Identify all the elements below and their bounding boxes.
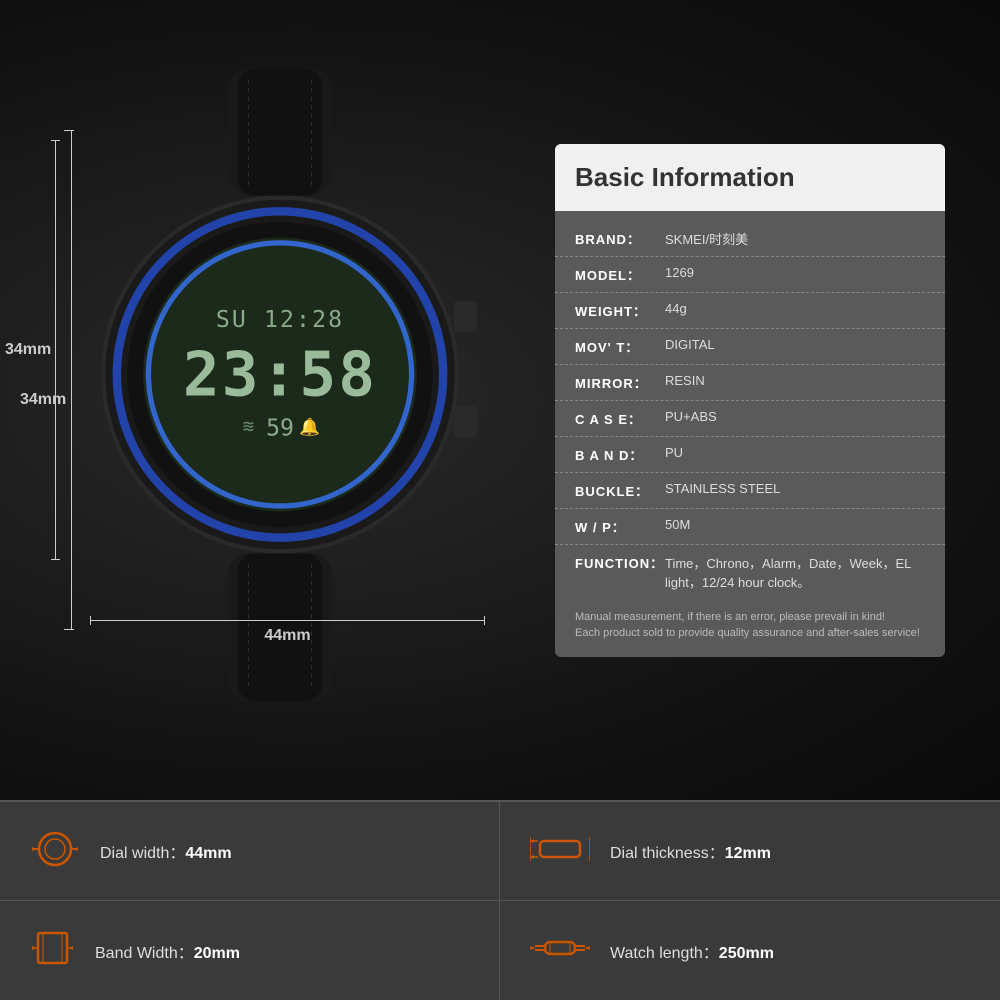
info-key-6: B A N D： xyxy=(575,445,665,464)
info-row-5: C A S E：PU+ABS xyxy=(555,401,945,437)
spec-watch-length: Watch length：250mm xyxy=(500,901,1000,1000)
info-value-6: PU xyxy=(665,445,925,460)
info-row-9: FUNCTION：Time，Chrono，Alarm，Date，Week，EL … xyxy=(555,545,945,599)
info-row-6: B A N D：PU xyxy=(555,437,945,473)
info-value-1: 1269 xyxy=(665,265,925,280)
svg-text:59: 59 xyxy=(266,416,294,442)
dimension-44mm-label: 44mm xyxy=(90,627,485,645)
info-rows-container: BRAND：SKMEI/时刻美MODEL：1269WEIGHT：44gMOV' … xyxy=(555,221,945,599)
info-key-8: W / P： xyxy=(575,517,665,536)
band-width-icon xyxy=(30,928,75,973)
dimension-vertical-line xyxy=(55,140,56,560)
info-row-3: MOV' T：DIGITAL xyxy=(555,329,945,365)
info-row-8: W / P：50M xyxy=(555,509,945,545)
dimension-34mm-label: 34mm xyxy=(5,341,51,359)
spec-dial-thickness-label: Dial thickness：12mm xyxy=(610,839,771,863)
info-key-2: WEIGHT： xyxy=(575,301,665,320)
info-title: Basic Information xyxy=(575,162,925,193)
spec-watch-length-label: Watch length：250mm xyxy=(610,939,774,963)
info-key-3: MOV' T： xyxy=(575,337,665,356)
spec-dial-thickness: Dial thickness：12mm xyxy=(500,802,1000,901)
info-note-text: Manual measurement, if there is an error… xyxy=(575,609,925,642)
specs-bar: Dial width：44mm Dial thickness：12mm xyxy=(0,800,1000,1000)
dimension-horizontal-line xyxy=(90,620,485,621)
watch-area: 34mm SU 12:28 23:58 xyxy=(0,0,540,800)
info-key-0: BRAND： xyxy=(575,229,665,248)
info-value-3: DIGITAL xyxy=(665,337,925,352)
dimension-34mm-container: 34mm xyxy=(55,140,56,560)
info-value-5: PU+ABS xyxy=(665,409,925,424)
main-area: 34mm SU 12:28 23:58 xyxy=(0,0,1000,800)
info-value-0: SKMEI/时刻美 xyxy=(665,229,925,248)
info-key-4: MIRROR： xyxy=(575,373,665,392)
info-row-0: BRAND：SKMEI/时刻美 xyxy=(555,221,945,257)
spec-band-width-label: Band Width：20mm xyxy=(95,939,240,963)
info-value-7: STAINLESS STEEL xyxy=(665,481,925,496)
spec-dial-width-label: Dial width：44mm xyxy=(100,839,232,863)
info-card: Basic Information BRAND：SKMEI/时刻美MODEL：1… xyxy=(555,144,945,657)
info-value-2: 44g xyxy=(665,301,925,316)
info-key-7: BUCKLE： xyxy=(575,481,665,500)
v-dim-line-container xyxy=(70,130,72,630)
info-value-9: Time，Chrono，Alarm，Date，Week，EL light，12/… xyxy=(665,553,925,591)
spec-band-width: Band Width：20mm xyxy=(0,901,500,1000)
dimension-44mm-container: 44mm xyxy=(90,620,485,645)
info-row-4: MIRROR：RESIN xyxy=(555,365,945,401)
info-row-1: MODEL：1269 xyxy=(555,257,945,293)
info-key-5: C A S E： xyxy=(575,409,665,428)
svg-text:🔔: 🔔 xyxy=(299,416,320,436)
v-dim-label: 34mm xyxy=(20,391,66,409)
info-key-9: FUNCTION： xyxy=(575,553,665,572)
watch-length-icon xyxy=(530,928,590,973)
spec-dial-width: Dial width：44mm xyxy=(0,802,500,901)
info-note: Manual measurement, if there is an error… xyxy=(555,599,945,642)
info-value-4: RESIN xyxy=(665,373,925,388)
dial-thickness-icon xyxy=(530,829,590,874)
dial-width-icon xyxy=(30,829,80,874)
info-row-2: WEIGHT：44g xyxy=(555,293,945,329)
svg-text:≋: ≋ xyxy=(243,415,254,437)
info-panel: Basic Information BRAND：SKMEI/时刻美MODEL：1… xyxy=(540,0,960,800)
info-key-1: MODEL： xyxy=(575,265,665,284)
svg-text:23:58: 23:58 xyxy=(183,340,377,411)
svg-text:SU 12:28: SU 12:28 xyxy=(216,307,344,333)
watch-illustration: SU 12:28 23:58 ≋ 59 🔔 xyxy=(80,60,480,710)
info-value-8: 50M xyxy=(665,517,925,532)
info-title-bar: Basic Information xyxy=(555,144,945,211)
info-row-7: BUCKLE：STAINLESS STEEL xyxy=(555,473,945,509)
